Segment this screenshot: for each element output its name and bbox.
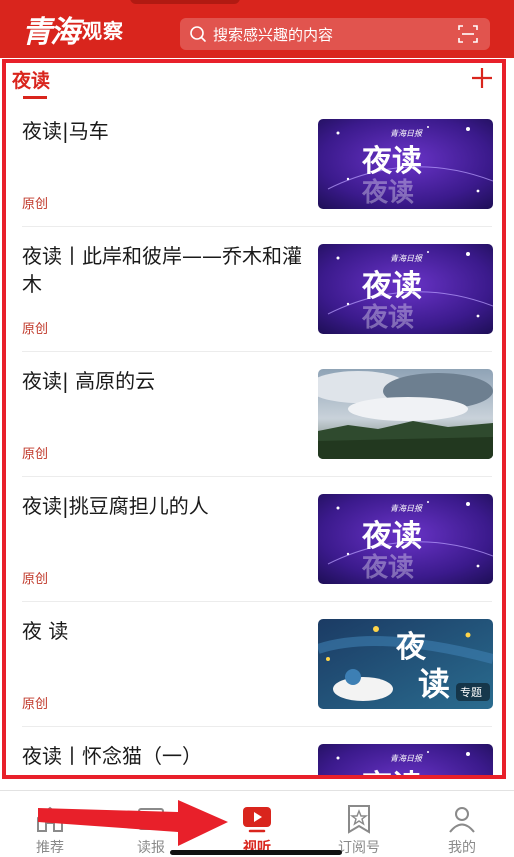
nav-item-bookmark-star[interactable]: 订阅号 <box>324 803 394 856</box>
nav-item-home[interactable]: 推荐 <box>15 803 85 856</box>
svg-text:夜读: 夜读 <box>361 552 414 583</box>
nav-item-user[interactable]: 我的 <box>427 803 497 856</box>
original-tag: 原创 <box>22 697 49 712</box>
article-title[interactable]: 夜读| 高原的云 <box>22 367 304 395</box>
svg-text:青海日报: 青海日报 <box>390 129 423 138</box>
article-item[interactable]: 夜读| 高原的云 原创 <box>22 353 494 477</box>
svg-text:夜: 夜 <box>395 630 427 665</box>
svg-text:夜读: 夜读 <box>361 302 414 333</box>
original-tag: 原创 <box>22 572 49 587</box>
svg-text:夜读: 夜读 <box>361 177 414 208</box>
search-icon <box>190 26 206 42</box>
article-title[interactable]: 夜读|马车 <box>22 117 304 145</box>
home-indicator <box>170 850 342 855</box>
search-bar[interactable]: 搜索感兴趣的内容 <box>180 18 490 50</box>
item-divider <box>22 601 492 602</box>
svg-text:专题: 专题 <box>460 685 482 699</box>
bookmark-star-icon <box>348 805 370 834</box>
article-title[interactable]: 夜读丨此岸和彼岸——乔木和灌木 <box>22 242 304 298</box>
svg-text:青海日报: 青海日报 <box>390 254 423 263</box>
original-tag: 原创 <box>22 197 49 212</box>
item-divider <box>22 726 492 727</box>
scan-icon[interactable] <box>456 22 480 46</box>
nav-label: 推荐 <box>36 840 64 856</box>
home-icon <box>37 806 63 832</box>
article-item[interactable]: 夜读|马车 原创 青海日报 夜读 夜读 <box>22 103 494 227</box>
nav-label: 我的 <box>448 840 476 856</box>
article-thumbnail[interactable]: 青海日报 夜读 夜读 <box>318 744 493 777</box>
logo-sub-text: 观察 <box>82 18 124 43</box>
svg-text:青海日报: 青海日报 <box>390 504 423 513</box>
video-play-icon <box>243 807 271 833</box>
bottom-nav: 推荐 读报 视听 订阅号 我的 <box>0 790 514 857</box>
svg-text:夜读: 夜读 <box>361 144 422 179</box>
app-logo[interactable]: 青海 观察 <box>22 12 124 50</box>
newspaper-icon <box>138 808 164 830</box>
article-thumbnail[interactable]: 青海日报 夜读 夜读 <box>318 244 493 334</box>
article-thumbnail[interactable]: 青海日报 夜读 夜读 <box>318 119 493 209</box>
plus-icon[interactable] <box>470 66 494 90</box>
section-title: 夜读 <box>12 70 51 92</box>
article-thumbnail[interactable] <box>318 369 493 459</box>
article-title[interactable]: 夜读|挑豆腐担儿的人 <box>22 492 304 520</box>
nav-item-newspaper[interactable]: 读报 <box>116 803 186 856</box>
user-icon <box>449 807 475 833</box>
article-title[interactable]: 夜 读 <box>22 617 304 645</box>
original-tag: 原创 <box>22 322 49 337</box>
status-notch <box>130 0 240 4</box>
svg-text:读: 读 <box>418 665 450 703</box>
article-thumbnail[interactable]: 夜 读 专题 <box>318 619 493 709</box>
nav-item-video-play[interactable]: 视听 <box>222 803 292 856</box>
section-title-underline <box>23 96 47 99</box>
item-divider <box>22 351 492 352</box>
article-item[interactable]: 夜读丨此岸和彼岸——乔木和灌木 原创 青海日报 夜读 夜读 <box>22 228 494 352</box>
logo-main-text: 青海 <box>22 15 80 50</box>
svg-text:夜读: 夜读 <box>361 269 422 304</box>
article-item[interactable]: 夜读|挑豆腐担儿的人 原创 青海日报 夜读 夜读 <box>22 478 494 602</box>
article-item[interactable]: 夜 读 原创 夜 读 专题 <box>22 603 494 727</box>
svg-text:夜读: 夜读 <box>361 769 422 777</box>
search-placeholder: 搜索感兴趣的内容 <box>213 25 334 44</box>
item-divider <box>22 226 492 227</box>
article-thumbnail[interactable]: 青海日报 夜读 夜读 <box>318 494 493 584</box>
svg-text:青海日报: 青海日报 <box>390 754 423 763</box>
svg-text:夜读: 夜读 <box>361 519 422 554</box>
article-item[interactable]: 夜读丨怀念猫（一） 青海日报 夜读 夜读 <box>22 728 494 777</box>
original-tag: 原创 <box>22 447 49 462</box>
item-divider <box>22 476 492 477</box>
article-feed[interactable]: 夜读|马车 原创 青海日报 夜读 夜读 夜读丨此岸和彼岸——乔木和灌木 原创 青… <box>0 103 514 777</box>
article-title[interactable]: 夜读丨怀念猫（一） <box>22 742 304 770</box>
app-header: 青海 观察 搜索感兴趣的内容 <box>0 0 514 58</box>
